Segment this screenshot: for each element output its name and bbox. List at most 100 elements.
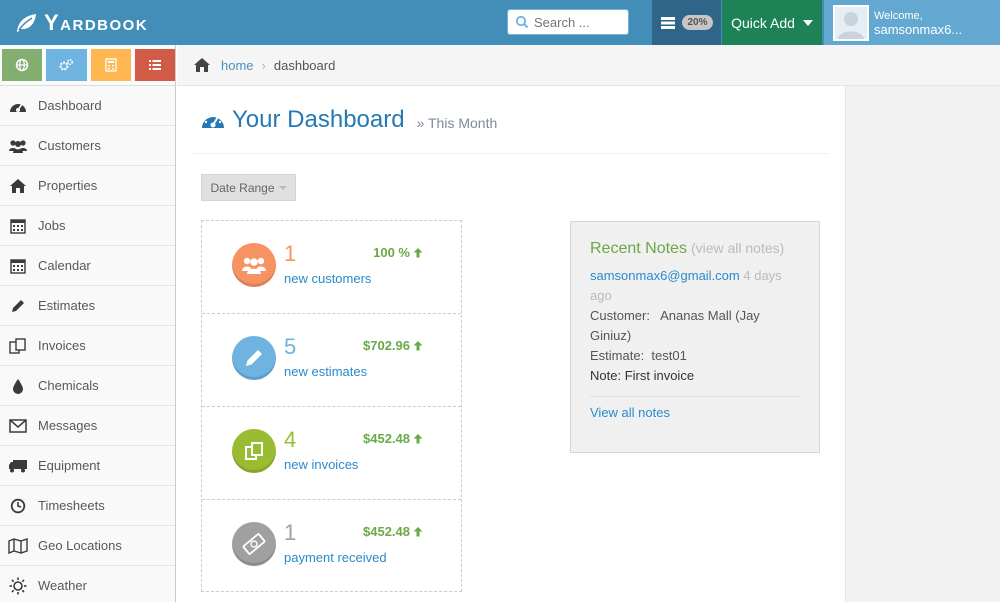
stat-label[interactable]: new customers [284,271,371,286]
sidebar-item-estimates[interactable]: Estimates [0,286,175,326]
sidebar-item-dashboard[interactable]: Dashboard [0,86,175,126]
sidebar-item-equipment[interactable]: Equipment [0,446,175,486]
sidebar: Dashboard Customers Properties Jobs Cale… [0,45,176,602]
stat-new-estimates[interactable]: 5 new estimates $702.96 [202,314,461,407]
list-shortcut-button[interactable] [134,49,175,81]
sidebar-item-customers[interactable]: Customers [0,126,175,166]
search-icon [515,15,529,29]
date-range-button[interactable]: Date Range [201,174,296,201]
note-entry: samsonmax6@gmail.com 4 days ago Customer… [590,266,800,386]
sidebar-item-jobs[interactable]: Jobs [0,206,175,246]
divider [590,396,800,397]
stat-change: $702.96 [363,338,423,353]
search-input[interactable] [534,14,626,30]
sidebar-item-invoices[interactable]: Invoices [0,326,175,366]
stat-change: $452.48 [363,524,423,539]
caret-down-icon [278,185,287,190]
sidebar-item-label: Jobs [38,218,66,233]
pencil-icon [232,336,276,380]
top-navbar: Yardbook 20% Quick Add Welcome, samsonma [0,0,1000,45]
brand-name: Yardbook [44,10,149,35]
sidebar-item-label: Geo Locations [38,538,122,553]
quick-add-label: Quick Add [731,14,795,31]
stat-change: $452.48 [363,431,423,446]
cogs-icon [59,58,74,71]
sidebar-item-chemicals[interactable]: Chemicals [0,366,175,406]
stats-panel: 1 new customers 100 % 5 new estimates $7… [201,220,462,592]
calculator-shortcut-button[interactable] [90,49,131,81]
note-estimate: test01 [651,348,687,363]
breadcrumb: home › dashboard [177,45,1000,86]
sidebar-item-label: Estimates [38,298,96,313]
quick-add-button[interactable]: Quick Add [722,0,822,45]
caret-down-icon [802,19,813,26]
main-content: Your Dashboard » This Month Date Range 1… [177,86,845,602]
user-menu[interactable]: Welcome, samsonmax6... [824,0,1000,45]
users-icon [232,243,276,287]
calendar-icon [8,217,28,235]
sidebar-item-label: Chemicals [38,378,99,393]
globe-shortcut-button[interactable] [2,49,43,81]
envelope-icon [8,417,28,435]
tasks-button[interactable]: 20% [652,0,721,45]
sidebar-item-label: Equipment [38,458,101,473]
brand-logo[interactable]: Yardbook [14,9,148,37]
stat-value: 5 [284,334,297,359]
arrow-up-icon [413,434,423,444]
stat-label[interactable]: new estimates [284,364,367,379]
pencil-icon [8,297,28,315]
copy-icon [8,337,28,355]
search-box[interactable] [507,9,629,35]
page-title: Your Dashboard [232,105,405,133]
arrow-up-icon [413,527,423,537]
map-icon [8,537,28,555]
drop-icon [8,377,28,395]
sidebar-item-properties[interactable]: Properties [0,166,175,206]
dashboard-icon [202,113,224,128]
home-icon [194,58,210,72]
page-header: Your Dashboard » This Month [193,86,829,154]
view-all-notes-header-link[interactable]: (view all notes) [691,240,784,256]
sidebar-item-messages[interactable]: Messages [0,406,175,446]
stat-payment-received[interactable]: 1 payment received $452.48 [202,500,461,593]
breadcrumb-home-link[interactable]: home [221,58,254,73]
arrow-up-icon [413,341,423,351]
stat-label[interactable]: payment received [284,550,387,565]
leaf-icon [17,14,36,32]
sidebar-item-label: Messages [38,418,98,433]
sidebar-item-calendar[interactable]: Calendar [0,246,175,286]
dashboard-icon [8,97,28,115]
note-text: First invoice [624,368,695,383]
recent-notes-header: Recent Notes (view all notes) [590,240,800,258]
note-estimate-label: Estimate: [590,348,645,363]
avatar [833,4,869,41]
sidebar-item-label: Dashboard [38,98,102,113]
stat-new-customers[interactable]: 1 new customers 100 % [202,221,461,314]
clock-icon [8,497,28,515]
view-all-notes-link[interactable]: View all notes [590,405,670,420]
sidebar-item-timesheets[interactable]: Timesheets [0,486,175,526]
breadcrumb-current: dashboard [273,57,336,73]
stat-change: 100 % [373,245,423,260]
stat-change-value: $702.96 [363,338,410,353]
arrow-up-icon [413,248,423,258]
stat-change-value: 100 % [373,245,410,260]
sidebar-item-label: Invoices [38,338,86,353]
sidebar-item-geo-locations[interactable]: Geo Locations [0,526,175,566]
home-icon [8,177,28,195]
stat-label[interactable]: new invoices [284,457,358,472]
note-author-email[interactable]: samsonmax6@gmail.com [590,268,740,283]
cogs-shortcut-button[interactable] [46,49,87,81]
page-subtitle: » This Month [416,114,498,131]
chevron-right-icon: › [261,57,266,73]
sidebar-shortcuts [0,45,175,86]
truck-icon [8,457,28,475]
calculator-icon [104,58,117,72]
stat-new-invoices[interactable]: 4 new invoices $452.48 [202,407,461,500]
globe-icon [15,58,29,72]
stat-value: 4 [284,427,297,452]
recent-notes-panel: Recent Notes (view all notes) samsonmax6@… [570,221,820,453]
sidebar-item-weather[interactable]: Weather [0,566,175,602]
tasks-icon [661,16,676,29]
stat-change-value: $452.48 [363,524,410,539]
